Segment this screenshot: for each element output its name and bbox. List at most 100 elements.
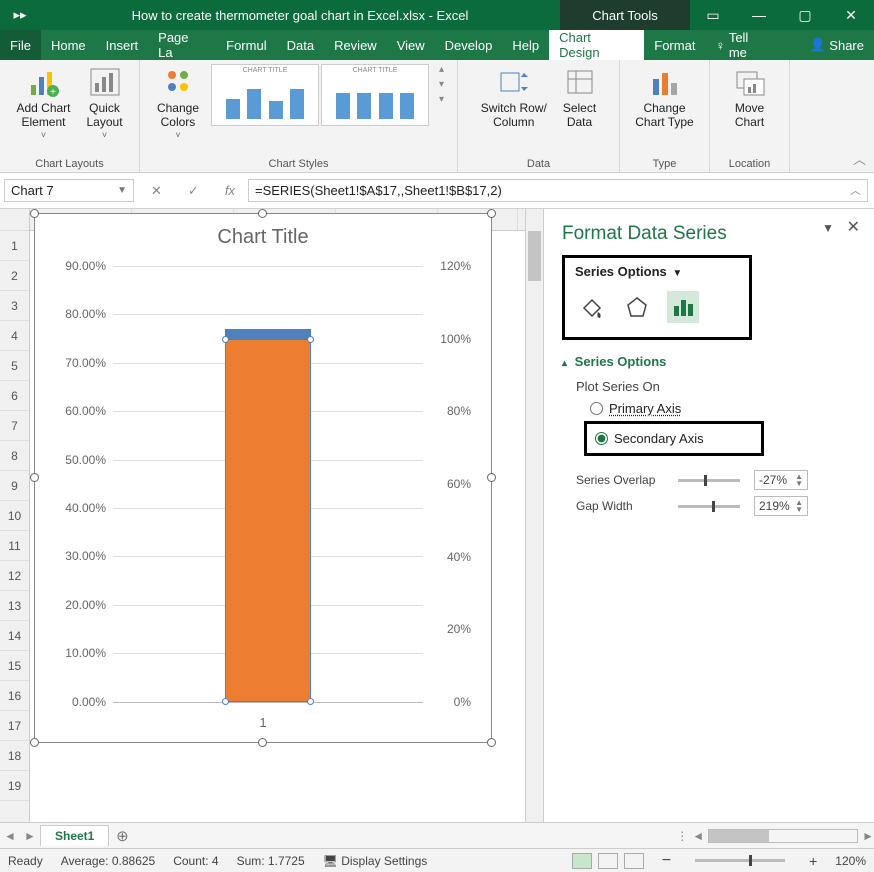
page-layout-view-button[interactable] xyxy=(598,853,618,869)
gap-width-slider[interactable] xyxy=(678,505,740,508)
data-point-handle[interactable] xyxy=(307,336,314,343)
scroll-right-icon[interactable]: ► xyxy=(862,829,874,843)
row-header[interactable]: 2 xyxy=(0,261,29,291)
grid-area[interactable]: A B C D E Chart Title xyxy=(30,209,525,822)
row-header[interactable]: 16 xyxy=(0,681,29,711)
resize-handle[interactable] xyxy=(258,209,267,218)
resize-handle[interactable] xyxy=(487,473,496,482)
add-chart-element-button[interactable]: + Add Chart Element ˅ xyxy=(12,64,74,142)
tab-review[interactable]: Review xyxy=(324,30,387,60)
row-header[interactable]: 7 xyxy=(0,411,29,441)
scroll-left-icon[interactable]: ◄ xyxy=(692,829,704,843)
tab-developer[interactable]: Develop xyxy=(435,30,503,60)
tab-chart-design[interactable]: Chart Design xyxy=(549,30,644,60)
row-header[interactable]: 4 xyxy=(0,321,29,351)
select-data-button[interactable]: Select Data xyxy=(559,64,600,132)
hscroll-track[interactable] xyxy=(708,829,858,843)
primary-axis[interactable]: 90.00% 80.00% 70.00% 60.00% 50.00% 40.00… xyxy=(55,266,110,702)
category-axis-label[interactable]: 1 xyxy=(35,715,491,730)
ribbon-display-options[interactable]: ▭ xyxy=(690,7,736,24)
tab-format[interactable]: Format xyxy=(644,30,705,60)
sheet-tab-sheet1[interactable]: Sheet1 xyxy=(40,825,109,846)
data-point-handle[interactable] xyxy=(222,336,229,343)
quick-access-dropdown[interactable]: ▸▸ xyxy=(0,7,40,23)
scrollbar-thumb[interactable] xyxy=(528,231,541,281)
normal-view-button[interactable] xyxy=(572,853,592,869)
series2-bar-selected[interactable] xyxy=(225,339,312,702)
new-sheet-button[interactable]: ⊕ xyxy=(109,827,135,845)
row-header[interactable]: 13 xyxy=(0,591,29,621)
zoom-slider-thumb[interactable] xyxy=(749,855,752,866)
horizontal-scrollbar[interactable]: ⋮ ◄ ► xyxy=(672,829,874,843)
spinner-buttons[interactable]: ▲▼ xyxy=(795,499,803,513)
move-chart-button[interactable]: Move Chart xyxy=(730,64,770,132)
close-button[interactable]: ✕ xyxy=(828,7,874,24)
task-pane-options-icon[interactable]: ▼ xyxy=(822,221,834,235)
resize-handle[interactable] xyxy=(258,738,267,747)
zoom-slider[interactable] xyxy=(695,859,785,862)
gap-width-input[interactable]: 219% ▲▼ xyxy=(754,496,808,516)
tab-formulas[interactable]: Formul xyxy=(216,30,276,60)
tab-file[interactable]: File xyxy=(0,30,41,60)
plot-area[interactable]: 90.00% 80.00% 70.00% 60.00% 50.00% 40.00… xyxy=(55,266,471,702)
select-all-corner[interactable] xyxy=(0,209,29,231)
spinner-buttons[interactable]: ▲▼ xyxy=(795,473,803,487)
vertical-scrollbar[interactable] xyxy=(525,209,543,822)
fill-line-tab[interactable] xyxy=(575,291,607,323)
change-chart-type-button[interactable]: Change Chart Type xyxy=(631,64,697,132)
radio-input[interactable] xyxy=(595,432,608,445)
chart-style-1[interactable]: CHART TITLE xyxy=(211,64,319,126)
secondary-axis[interactable]: 120% 100% 80% 60% 40% 20% 0% xyxy=(425,266,471,702)
zoom-in-button[interactable]: + xyxy=(809,853,817,869)
row-header[interactable]: 10 xyxy=(0,501,29,531)
row-header[interactable]: 17 xyxy=(0,711,29,741)
resize-handle[interactable] xyxy=(487,738,496,747)
tab-view[interactable]: View xyxy=(387,30,435,60)
hscroll-thumb[interactable] xyxy=(709,830,769,842)
row-header[interactable]: 1 xyxy=(0,231,29,261)
display-settings-button[interactable]: 🖥 Display Settings xyxy=(323,854,428,868)
row-header[interactable]: 9 xyxy=(0,471,29,501)
row-header[interactable]: 12 xyxy=(0,561,29,591)
collapse-ribbon-button[interactable]: ︿ xyxy=(790,60,874,172)
sheet-nav-buttons[interactable]: ◄ ► xyxy=(0,829,40,843)
slider-thumb[interactable] xyxy=(704,475,707,486)
split-handle[interactable]: ⋮ xyxy=(672,829,692,843)
radio-input[interactable] xyxy=(590,402,603,415)
chart-style-2[interactable]: CHART TITLE xyxy=(321,64,429,126)
page-break-view-button[interactable] xyxy=(624,853,644,869)
tab-page-layout[interactable]: Page La xyxy=(148,30,216,60)
enter-icon[interactable]: ✓ xyxy=(188,183,199,199)
chart-object[interactable]: Chart Title 90.00% 80.00% 70.00% 60.00% … xyxy=(34,213,492,743)
series-options-dropdown[interactable]: Series Options ▼ xyxy=(575,264,739,287)
secondary-axis-radio[interactable]: Secondary Axis xyxy=(595,428,753,449)
series-overlap-slider[interactable] xyxy=(678,479,740,482)
change-colors-button[interactable]: Change Colors ˅ xyxy=(153,64,203,142)
nav-next-icon[interactable]: ► xyxy=(24,829,36,843)
style-gallery-scroll[interactable]: ▴ ▾ ▾ xyxy=(437,64,444,105)
data-point-handle[interactable] xyxy=(222,698,229,705)
share-button[interactable]: 👤 Share xyxy=(799,30,874,60)
resize-handle[interactable] xyxy=(487,209,496,218)
chart-title[interactable]: Chart Title xyxy=(35,214,491,257)
zoom-out-button[interactable]: − xyxy=(662,852,671,870)
row-header[interactable]: 3 xyxy=(0,291,29,321)
series-options-tab[interactable] xyxy=(667,291,699,323)
resize-handle[interactable] xyxy=(30,473,39,482)
row-header[interactable]: 6 xyxy=(0,381,29,411)
fx-icon[interactable]: fx xyxy=(225,183,235,198)
task-pane-close-button[interactable]: ✕ xyxy=(847,217,860,237)
resize-handle[interactable] xyxy=(30,738,39,747)
cancel-icon[interactable]: ✕ xyxy=(151,183,162,199)
tab-home[interactable]: Home xyxy=(41,30,96,60)
quick-layout-button[interactable]: Quick Layout ˅ xyxy=(83,64,127,142)
name-box[interactable]: Chart 7 ▼ xyxy=(4,179,134,202)
formula-bar[interactable]: =SERIES(Sheet1!$A$17,,Sheet1!$B$17,2) ︿ xyxy=(248,179,868,202)
switch-row-column-button[interactable]: Switch Row/ Column xyxy=(477,64,551,132)
tell-me-button[interactable]: ♀ Tell me xyxy=(705,30,779,60)
series-overlap-input[interactable]: -27% ▲▼ xyxy=(754,470,808,490)
series-options-section[interactable]: ▴ Series Options xyxy=(562,350,860,373)
row-headers[interactable]: 1 2 3 4 5 6 7 8 9 10 11 12 13 14 15 16 1… xyxy=(0,209,30,822)
row-header[interactable]: 14 xyxy=(0,621,29,651)
tab-help[interactable]: Help xyxy=(502,30,549,60)
